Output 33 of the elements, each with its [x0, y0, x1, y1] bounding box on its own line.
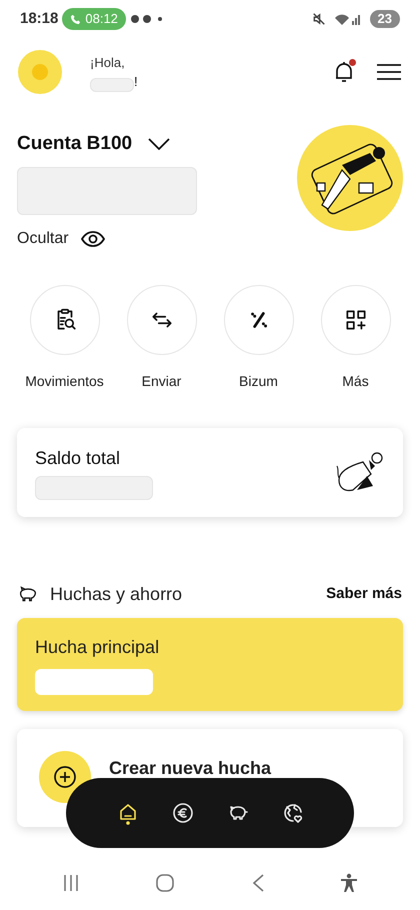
mute-icon	[312, 12, 326, 26]
quick-action-button[interactable]: Más	[307, 284, 404, 392]
menu-icon	[376, 62, 402, 82]
piggy-bank-icon	[18, 585, 38, 603]
status-time: 18:18	[20, 8, 58, 29]
accessibility-icon[interactable]	[340, 872, 358, 892]
section-title: Huchas y ahorro	[50, 582, 182, 606]
account-selector[interactable]: Cuenta B100	[17, 130, 197, 158]
back-icon[interactable]	[250, 872, 265, 892]
euro-icon	[170, 801, 194, 825]
recent-apps-icon[interactable]	[62, 874, 80, 892]
quick-action-button[interactable]: Bizum	[210, 284, 307, 392]
phone-icon	[70, 14, 82, 24]
balance-card[interactable]: Saldo total	[17, 428, 403, 516]
learn-more-link[interactable]: Saber más	[326, 582, 402, 606]
plus-circle-icon	[53, 764, 77, 788]
eye-icon	[80, 230, 105, 246]
greeting-text: ¡Hola,	[90, 54, 126, 72]
create-savings-label: Crear nueva hucha	[109, 756, 272, 778]
call-chip: 08:12	[62, 8, 126, 30]
battery-indicator: 23	[370, 10, 400, 28]
savings-card[interactable]: Hucha principal	[17, 618, 403, 710]
home-button-icon[interactable]	[155, 872, 176, 892]
card-title: Hucha principal	[35, 636, 160, 659]
hide-balance-button[interactable]: Ocultar	[17, 226, 197, 250]
menu-button[interactable]	[376, 62, 402, 82]
signal-icon	[334, 12, 362, 26]
card-title: Saldo total	[35, 446, 122, 470]
chevron-down-icon	[148, 138, 170, 150]
quick-action-button[interactable]: Enviar	[113, 284, 210, 392]
greeting-suffix: !	[134, 73, 138, 91]
quick-action-button[interactable]: Movimientos	[16, 284, 113, 392]
redaction-mark	[90, 78, 134, 92]
